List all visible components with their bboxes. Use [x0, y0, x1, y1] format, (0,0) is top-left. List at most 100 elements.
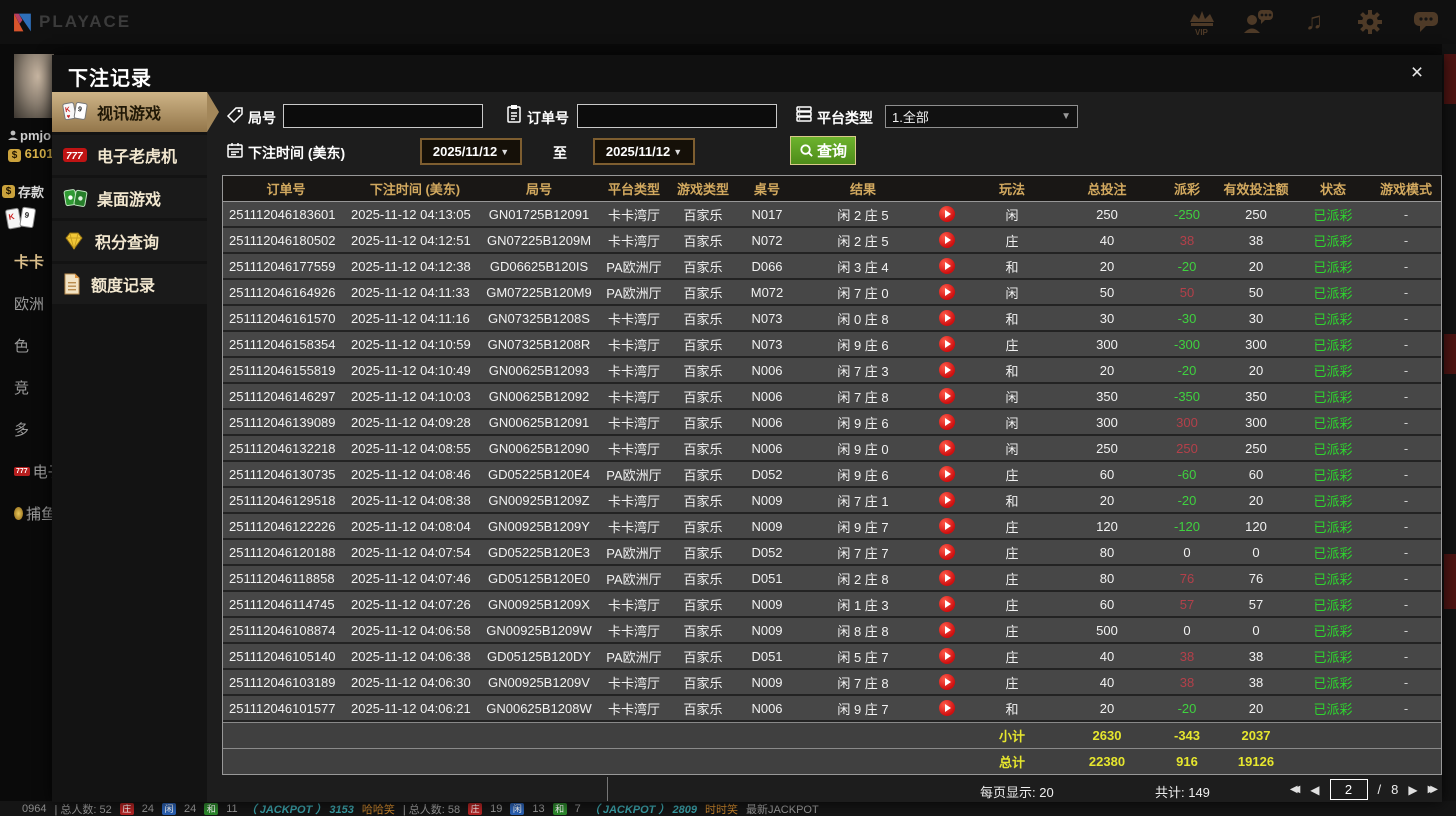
cell-round: GN00925B1209Y	[488, 518, 590, 534]
slot-777-mini-icon: 777	[14, 466, 30, 476]
replay-button[interactable]	[939, 648, 955, 664]
cell-play	[927, 362, 967, 378]
replay-button[interactable]	[939, 258, 955, 274]
table-row: 251112046120188 2025-11-12 04:07:54 GD0522…	[223, 540, 1441, 566]
page-input[interactable]: 2	[1329, 779, 1368, 800]
cell-status: 已派彩	[1313, 259, 1353, 275]
next-page-button[interactable]: ▶	[1408, 783, 1417, 797]
last-page-button[interactable]: ▶▶	[1428, 784, 1439, 795]
replay-button[interactable]	[939, 466, 955, 482]
replay-button[interactable]	[939, 206, 955, 222]
cell-result: 闲 9 庄 6	[837, 337, 889, 353]
nav-item-europe[interactable]: 欧洲	[0, 282, 56, 324]
replay-button[interactable]	[939, 596, 955, 612]
topbar-icons: VIP ♫	[1186, 5, 1442, 39]
cell-valid: 20	[1248, 700, 1264, 716]
date-to-select[interactable]: 2025/11/12 ▼	[593, 138, 695, 165]
nav-item-slots[interactable]: 777 电子	[0, 450, 63, 492]
messages-icon[interactable]	[1410, 6, 1442, 38]
video-games-nav-icon[interactable]: K 9	[4, 206, 38, 237]
search-button[interactable]: 查询	[790, 136, 856, 165]
nav-item-kaka[interactable]: 卡卡	[0, 240, 56, 282]
filters-bar: 局号 订单号 平台类型 1.全部 ▼ 下注时间 (美东) 2025/11/12 …	[222, 92, 1442, 175]
cell-game: 百家乐	[683, 363, 723, 379]
cell-round: GN07325B1208S	[488, 310, 590, 326]
menu-item-slots[interactable]: 777 电子老虎机	[52, 135, 207, 175]
vip-icon[interactable]: VIP	[1186, 6, 1218, 38]
header-result: 结果	[849, 182, 876, 197]
replay-button[interactable]	[939, 700, 955, 716]
tie-chip: 和	[204, 802, 219, 815]
replay-button[interactable]	[939, 362, 955, 378]
bet-records-table: 订单号 下注时间 (美东) 局号 平台类型 游戏类型 桌号 结果 玩法 总投注 派彩 有效投注额 状态…	[222, 175, 1442, 775]
cell-play	[927, 570, 967, 586]
close-icon[interactable]: ×	[1404, 60, 1430, 86]
cell-playtype: 闲	[1005, 389, 1019, 405]
cell-playtype: 和	[1005, 363, 1019, 379]
date-from-select[interactable]: 2025/11/12 ▼	[420, 138, 522, 165]
cell-valid: 60	[1248, 466, 1264, 482]
replay-button[interactable]	[939, 544, 955, 560]
total-count-label: 共计: 149	[1155, 785, 1210, 800]
calendar-icon	[226, 141, 244, 164]
cell-result: 闲 9 庄 6	[837, 415, 889, 431]
chevron-down-icon: ▼	[500, 146, 510, 157]
cell-round: GN00625B12090	[488, 440, 590, 456]
menu-item-label: 视讯游戏	[97, 106, 162, 123]
cell-table: D052	[751, 466, 783, 482]
menu-item-points[interactable]: 积分查询	[52, 221, 207, 261]
menu-item-video-games[interactable]: K ♥ 9 视讯游戏	[52, 92, 219, 132]
deposit-button[interactable]: $ 存款	[2, 182, 44, 201]
replay-button[interactable]	[939, 674, 955, 690]
cell-playtype: 闲	[1005, 285, 1019, 301]
menu-item-label: 额度记录	[91, 278, 156, 295]
cell-result: 闲 9 庄 7	[837, 701, 889, 717]
cell-time: 2025-11-12 04:08:04	[351, 518, 471, 534]
header-order: 订单号	[266, 182, 306, 197]
prev-page-button[interactable]: ◀	[1310, 783, 1319, 797]
dialog-title: 下注记录	[68, 68, 152, 90]
cell-valid: 38	[1248, 648, 1264, 664]
menu-item-credit-records[interactable]: 额度记录	[52, 264, 207, 304]
platform-select[interactable]: 1.全部 ▼	[885, 105, 1078, 128]
cell-valid: 20	[1248, 492, 1264, 508]
replay-button[interactable]	[939, 492, 955, 508]
replay-button[interactable]	[939, 518, 955, 534]
replay-button[interactable]	[939, 440, 955, 456]
nav-item-duo[interactable]: 多	[0, 408, 56, 450]
menu-item-table-games[interactable]: 桌面游戏	[52, 178, 207, 218]
cell-status: 已派彩	[1313, 285, 1353, 301]
cell-time: 2025-11-12 04:07:54	[351, 544, 471, 560]
replay-button[interactable]	[939, 284, 955, 300]
cell-game: 百家乐	[683, 233, 723, 249]
round-input[interactable]	[283, 104, 483, 128]
cell-mode: -	[1403, 284, 1409, 300]
cell-result: 闲 0 庄 8	[837, 311, 889, 327]
subtotal-valid: 2037	[1241, 728, 1271, 743]
replay-button[interactable]	[939, 388, 955, 404]
cell-table: D051	[751, 570, 783, 586]
replay-button[interactable]	[939, 336, 955, 352]
cell-game: 百家乐	[683, 701, 723, 717]
customer-service-icon[interactable]	[1242, 6, 1274, 38]
replay-button[interactable]	[939, 414, 955, 430]
replay-button[interactable]	[939, 232, 955, 248]
cell-table: N073	[751, 310, 783, 326]
nav-item-se[interactable]: 色	[0, 324, 56, 366]
cell-play	[927, 648, 967, 664]
cell-time: 2025-11-12 04:08:46	[351, 466, 471, 482]
slot-777-icon: 777	[63, 148, 87, 162]
cell-payout: 57	[1179, 596, 1195, 612]
cell-valid: 0	[1252, 544, 1260, 560]
cell-order: 251112046155819	[229, 362, 336, 378]
settings-gear-icon[interactable]	[1354, 6, 1386, 38]
music-icon[interactable]: ♫	[1298, 6, 1330, 38]
cell-play	[927, 206, 967, 222]
nav-item-jing[interactable]: 竞	[0, 366, 56, 408]
replay-button[interactable]	[939, 310, 955, 326]
order-input[interactable]	[577, 104, 777, 128]
replay-button[interactable]	[939, 570, 955, 586]
first-page-button[interactable]: ◀◀	[1290, 784, 1301, 795]
nav-item-fishing[interactable]: 捕鱼	[0, 492, 56, 534]
replay-button[interactable]	[939, 622, 955, 638]
